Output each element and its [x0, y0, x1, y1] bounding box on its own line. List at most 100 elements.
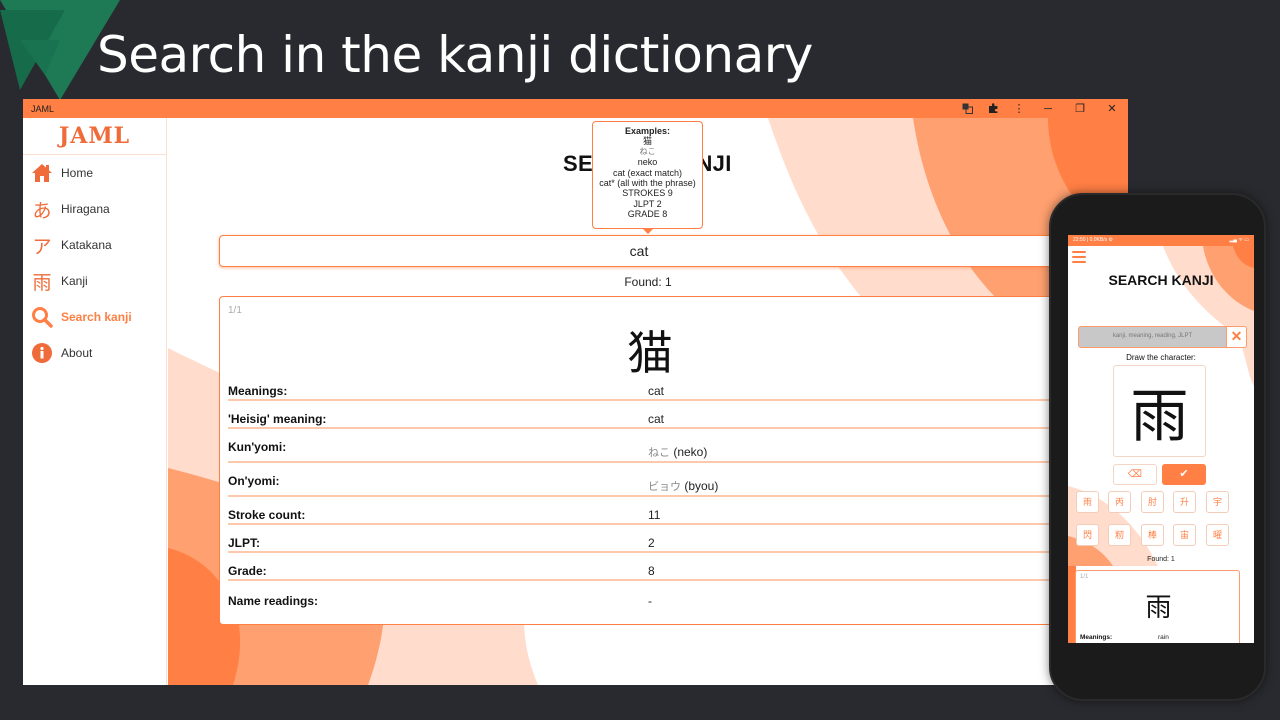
row-value: 11: [648, 508, 661, 522]
candidate-kanji[interactable]: 閃: [1076, 524, 1099, 546]
translate-icon[interactable]: [954, 99, 980, 118]
phone-search-input[interactable]: kanji, meaning, reading, JLPT: [1078, 326, 1227, 348]
phone-meanings-label: Meanings:: [1080, 634, 1113, 641]
hiragana-icon: あ: [32, 200, 52, 222]
phone-screen: 22:50 | 0,0KB/s ⚙ ▂▄ ᯤ ▭ SEARCH KANJI ka…: [1068, 235, 1254, 643]
row-value: cat: [648, 412, 665, 426]
close-button[interactable]: ✕: [1096, 99, 1128, 118]
candidate-kanji[interactable]: 宙: [1173, 524, 1196, 546]
candidate-kanji[interactable]: 升: [1173, 491, 1196, 513]
search-examples-tooltip: Examples: 猫 ねこ neko cat (exact match) ca…: [592, 121, 703, 234]
phone-page-title: SEARCH KANJI: [1108, 272, 1214, 288]
drawing-canvas[interactable]: 雨: [1113, 365, 1206, 457]
katakana-icon: ア: [32, 236, 52, 258]
phone-found-count: Found: 1: [1147, 556, 1175, 563]
sidebar-item-katakana[interactable]: ア Katakana: [23, 227, 166, 263]
app-window: JAML ⋮ ─ ❐ ✕ JAML Home あ Hiragana ア Kata…: [23, 99, 1128, 685]
sidebar-item-label: Home: [61, 166, 94, 180]
row-label: Kun'yomi:: [228, 440, 287, 454]
result-counter: 1/1: [228, 305, 242, 316]
window-controls: ⋮ ─ ❐ ✕: [954, 99, 1128, 118]
candidate-kanji[interactable]: 宇: [1206, 491, 1229, 513]
kanji-result-card: 1/1 猫 Meanings: cat 'Heisig' meaning: ca…: [219, 296, 1059, 625]
result-kanji: 猫: [627, 326, 673, 380]
tooltip-line: cat* (all with the phrase): [599, 178, 696, 189]
sidebar-item-label: Katakana: [61, 238, 112, 252]
row-label: Grade:: [228, 564, 267, 578]
info-icon: [31, 342, 53, 364]
window-titlebar[interactable]: JAML ⋮ ─ ❐ ✕: [23, 99, 1128, 118]
row-value: ビョウ (byou): [648, 479, 719, 493]
sidebar-item-search-kanji[interactable]: Search kanji: [23, 299, 166, 335]
row-value: 8: [648, 564, 655, 578]
result-row-onyomi: On'yomi: ビョウ (byou): [228, 467, 1058, 497]
tooltip-line: ねこ: [639, 146, 656, 156]
candidate-kanji[interactable]: 籾: [1108, 524, 1131, 546]
kanji-icon: 雨: [32, 272, 52, 294]
draw-label: Draw the character:: [1126, 353, 1196, 362]
tooltip-heading: Examples:: [624, 126, 671, 136]
candidate-kanji[interactable]: 雨: [1076, 491, 1099, 513]
maximize-button[interactable]: ❐: [1064, 99, 1096, 118]
more-menu-icon[interactable]: ⋮: [1006, 99, 1032, 118]
phone-result-counter: 1/1: [1080, 574, 1089, 580]
result-row-kunyomi: Kun'yomi: ねこ (neko): [228, 433, 1058, 463]
sidebar-item-hiragana[interactable]: あ Hiragana: [23, 191, 166, 227]
row-label: JLPT:: [228, 536, 261, 550]
sidebar-item-home[interactable]: Home: [23, 155, 166, 191]
row-label: On'yomi:: [228, 474, 280, 488]
result-row-grade: Grade: 8: [228, 557, 1058, 581]
eraser-button[interactable]: ⌫: [1113, 464, 1157, 485]
window-title: JAML: [31, 103, 55, 114]
kanji-search-input[interactable]: [219, 235, 1059, 267]
result-row-name-readings: Name readings: -: [228, 585, 1058, 609]
candidate-kanji[interactable]: 棒: [1141, 524, 1164, 546]
phone-result-kanji: 雨: [1145, 592, 1172, 622]
tooltip-line: JLPT 2: [633, 198, 662, 209]
tooltip-line: 猫: [642, 136, 652, 147]
candidate-kanji[interactable]: 丙: [1108, 491, 1131, 513]
phone-result-card: 1/1 雨 Meanings: rain: [1075, 570, 1240, 643]
sidebar-item-label: Kanji: [61, 274, 88, 288]
row-label: Meanings:: [228, 384, 288, 398]
phone-meanings-value: rain: [1158, 634, 1169, 641]
sidebar-item-label: Hiragana: [61, 202, 110, 216]
confirm-button[interactable]: ✔: [1162, 464, 1206, 485]
main-content: SEARCH KANJI Examples: 猫 ねこ neko cat (ex…: [168, 118, 1128, 685]
result-row-jlpt: JLPT: 2: [228, 529, 1058, 553]
found-count: Found: 1: [624, 275, 672, 289]
result-row-stroke-count: Stroke count: 11: [228, 501, 1058, 525]
sidebar-item-label: About: [61, 346, 93, 360]
tooltip-line: STROKES 9: [622, 188, 673, 199]
row-label: Stroke count:: [228, 508, 306, 522]
tooltip-line: neko: [637, 157, 658, 168]
candidate-kanji[interactable]: 曜: [1206, 524, 1229, 546]
clear-search-button[interactable]: ✕: [1226, 326, 1247, 348]
tooltip-arrow: [642, 229, 653, 234]
hamburger-menu-icon[interactable]: [1072, 251, 1086, 263]
search-icon: [31, 306, 53, 328]
status-time: 22:50 | 0,0KB/s ⚙: [1073, 237, 1113, 243]
sidebar-item-kanji[interactable]: 雨 Kanji: [23, 263, 166, 299]
home-icon: [31, 162, 53, 184]
tooltip-line: GRADE 8: [627, 209, 668, 220]
result-row-meanings: Meanings: cat: [228, 377, 1058, 401]
result-row-heisig: 'Heisig' meaning: cat: [228, 405, 1058, 429]
extensions-puzzle-icon[interactable]: [980, 99, 1006, 118]
row-value: cat: [648, 384, 665, 398]
sidebar: JAML Home あ Hiragana ア Katakana 雨 Kanji …: [23, 118, 167, 685]
row-value: ねこ (neko): [648, 445, 708, 459]
phone-status-bar: 22:50 | 0,0KB/s ⚙ ▂▄ ᯤ ▭: [1068, 235, 1254, 246]
candidate-kanji[interactable]: 肘: [1141, 491, 1164, 513]
row-label: 'Heisig' meaning:: [228, 412, 327, 426]
sidebar-item-label: Search kanji: [61, 310, 132, 324]
tooltip-line: cat (exact match): [612, 167, 683, 178]
minimize-button[interactable]: ─: [1032, 99, 1064, 118]
row-value: 2: [648, 536, 655, 550]
sidebar-item-about[interactable]: About: [23, 335, 166, 371]
status-icons: ▂▄ ᯤ ▭: [1229, 237, 1249, 243]
row-value: -: [648, 594, 652, 608]
slide-title: Search in the kanji dictionary: [97, 26, 813, 84]
app-logo[interactable]: JAML: [23, 118, 166, 155]
phone-mockup: 22:50 | 0,0KB/s ⚙ ▂▄ ᯤ ▭ SEARCH KANJI ka…: [1049, 193, 1266, 701]
